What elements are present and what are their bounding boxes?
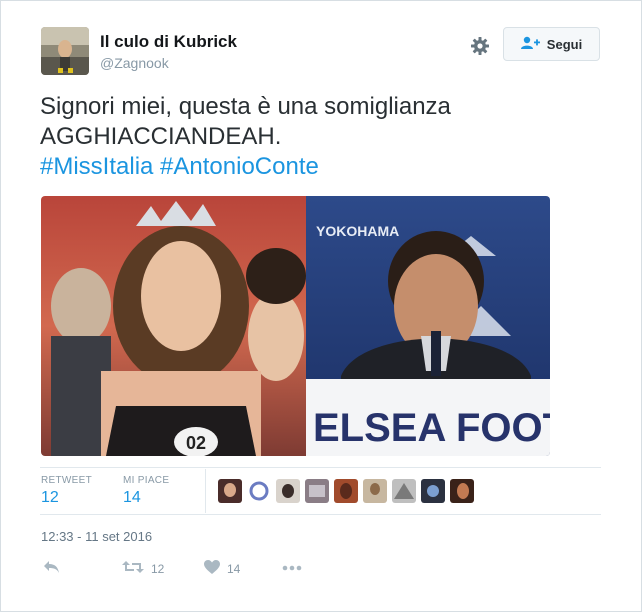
likes-stat-label: MI PIACE [123, 475, 170, 486]
contestant-badge: 02 [186, 433, 206, 453]
like-action-count: 14 [227, 561, 241, 576]
retweet-action-count: 12 [151, 561, 165, 576]
divider [40, 514, 601, 515]
liker-avatar[interactable] [305, 479, 329, 503]
banner-text: ELSEA FOOT [313, 406, 550, 450]
divider [205, 469, 206, 513]
display-name[interactable]: Il culo di Kubrick [100, 32, 237, 52]
retweet-button[interactable]: 12 [122, 560, 164, 577]
like-button[interactable]: 14 [204, 560, 240, 577]
retweet-stat-label: RETWEET [41, 475, 92, 486]
user-handle[interactable]: @Zagnook [100, 55, 169, 71]
retweet-stat-count[interactable]: 12 [41, 489, 59, 507]
reply-button[interactable] [43, 560, 61, 577]
liker-avatar[interactable] [276, 479, 300, 503]
more-dots-icon [282, 560, 302, 574]
follow-button[interactable]: Segui [503, 27, 600, 61]
likes-stat-count[interactable]: 14 [123, 489, 141, 507]
tweet-media-image[interactable]: 02 YOKOHAMA ELSEA FOOT [41, 196, 550, 456]
liker-avatar[interactable] [218, 479, 242, 503]
liker-avatar[interactable] [334, 479, 358, 503]
backdrop-sponsor-text: YOKOHAMA [316, 223, 399, 239]
liker-avatar[interactable] [363, 479, 387, 503]
hashtag-link[interactable]: #AntonioConte [160, 153, 319, 180]
follow-button-label: Segui [546, 36, 583, 52]
retweet-icon [122, 560, 144, 577]
liker-avatar[interactable] [450, 479, 474, 503]
tweet-line-2: AGGHIACCIANDEAH. [40, 123, 282, 150]
gear-icon[interactable] [470, 36, 490, 56]
add-user-icon [520, 36, 541, 53]
liker-avatar[interactable] [247, 479, 271, 503]
reply-icon [43, 560, 61, 577]
heart-icon [204, 560, 220, 577]
avatar[interactable] [41, 27, 89, 75]
hashtag-link[interactable]: #MissItalia [40, 153, 153, 180]
liker-avatar[interactable] [421, 479, 445, 503]
tweet-line-1: Signori miei, questa è una somiglianza [40, 93, 451, 120]
tweet-text: Signori miei, questa è una somiglianza A… [40, 92, 600, 182]
hashtags: #MissItalia #AntonioConte [40, 152, 600, 182]
liker-avatar[interactable] [392, 479, 416, 503]
more-button[interactable] [282, 560, 302, 574]
liker-avatars [218, 479, 474, 503]
tweet-timestamp[interactable]: 12:33 - 11 set 2016 [41, 529, 152, 544]
divider [40, 467, 601, 468]
